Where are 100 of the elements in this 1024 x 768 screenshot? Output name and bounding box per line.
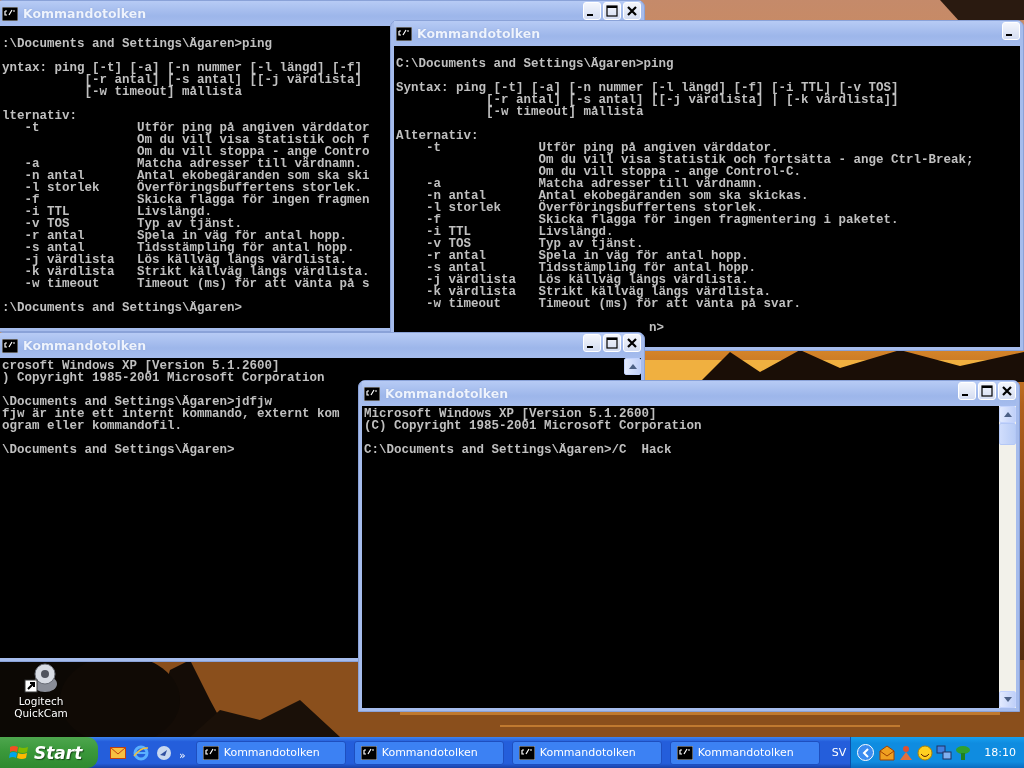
minimize-button[interactable] bbox=[1002, 22, 1020, 40]
console-line: -s antal Tidsstämpling för antal hopp. bbox=[23, 242, 355, 254]
window-title: Kommandotolken bbox=[385, 386, 509, 401]
console-line: -a Matcha adresser till värdnamn. bbox=[23, 158, 363, 170]
webcam-icon[interactable] bbox=[23, 662, 59, 694]
maximize-button[interactable] bbox=[603, 334, 621, 352]
console-line: yntax: ping [-t] [-a] [-n nummer [-l längd] [-f] bbox=[2, 62, 363, 74]
maximize-icon bbox=[981, 385, 993, 397]
close-button[interactable] bbox=[623, 334, 641, 352]
taskbar-button[interactable]: Kommandotolken bbox=[353, 740, 504, 765]
console-line: -f Skicka flagga för ingen fragmentering i paketet. bbox=[425, 214, 899, 226]
console-line: -t Utför ping på angiven värddator. bbox=[425, 142, 779, 154]
console-line: lternativ: bbox=[2, 110, 77, 122]
minimize-icon bbox=[1006, 34, 1012, 36]
console-line: crosoft Windows XP [Version 5.1.2600] bbox=[2, 360, 280, 372]
console-line: -i TTL Livslängd. bbox=[23, 206, 213, 218]
console-line: -v TOS Typ av tjänst. bbox=[425, 238, 644, 250]
console-icon bbox=[676, 745, 693, 760]
console-line: Om du vill stoppa - ange Control-C. bbox=[537, 166, 802, 178]
console-line: -s antal Tidsstämpling för antal hopp. bbox=[425, 262, 757, 274]
scrollbar-track[interactable] bbox=[999, 406, 1016, 708]
console-line: Om du vill stoppa - ange Contro bbox=[136, 146, 370, 158]
taskbar-button[interactable]: Kommandotolken bbox=[195, 740, 346, 765]
console-icon bbox=[360, 745, 377, 760]
window-title: Kommandotolken bbox=[417, 26, 541, 41]
maximize-button[interactable] bbox=[603, 2, 621, 20]
taskbar-button[interactable]: Kommandotolken bbox=[669, 740, 820, 765]
console-line: -t Utför ping på angiven värddator bbox=[23, 122, 370, 134]
window-title: Kommandotolken bbox=[23, 338, 147, 353]
scroll-thumb[interactable] bbox=[999, 423, 1016, 445]
console-line: ) Copyright 1985-2001 Microsoft Corporation bbox=[2, 372, 325, 384]
minimize-icon bbox=[587, 14, 593, 16]
console-line: n> bbox=[649, 322, 664, 334]
close-icon bbox=[626, 5, 638, 17]
minimize-icon bbox=[962, 394, 968, 396]
language-indicator[interactable]: SV bbox=[831, 746, 847, 759]
scroll-up-button[interactable] bbox=[624, 358, 641, 375]
console-line: fjw är inte ett internt kommando, externt kom bbox=[2, 408, 340, 420]
console-line: -f Skicka flagga för ingen fragmen bbox=[23, 194, 370, 206]
console-line: C:\Documents and Settings\Ägaren>ping bbox=[396, 58, 674, 70]
more-chevron[interactable]: » bbox=[179, 748, 186, 762]
flag-icon bbox=[9, 743, 29, 762]
console-line: \Documents and Settings\Ägaren> bbox=[2, 444, 235, 456]
maximize-button[interactable] bbox=[978, 382, 996, 400]
maximize-icon bbox=[606, 5, 618, 17]
console-line: -k värdlista Strikt källväg längs värdlista. bbox=[23, 266, 370, 278]
console-line: -v TOS Typ av tjänst. bbox=[23, 218, 243, 230]
console-line: -w timeout Timeout (ms) för att vänta på s bbox=[23, 278, 370, 290]
console-line: [-w timeout] mållista bbox=[83, 86, 243, 98]
console-icon bbox=[2, 6, 18, 21]
minimize-button[interactable] bbox=[583, 2, 601, 20]
console-line: -j värdlista Lös källväg längs värdlista. bbox=[23, 254, 348, 266]
clock: 18:10 bbox=[984, 746, 1016, 759]
console-line: -k värdlista Strikt källväg längs värdlista. bbox=[425, 286, 772, 298]
console-line: Alternativ: bbox=[396, 130, 479, 142]
console-line: Syntax: ping [-t] [-a] [-n nummer [-l längd] [-f] [-i TTL] [-v TOS] bbox=[396, 82, 899, 94]
scroll-down-button[interactable] bbox=[999, 691, 1016, 708]
console-line: [-r antal] [-s antal] [[-j värdlista] | [-k värdlista]] bbox=[486, 94, 899, 106]
mail-icon[interactable] bbox=[879, 744, 896, 761]
console-line: -l storlek Överföringsbuffertens storlek. bbox=[425, 202, 764, 214]
window-title: Kommandotolken bbox=[23, 6, 147, 21]
console-line: -r antal Spela in väg för antal hopp. bbox=[23, 230, 348, 242]
console-line: [-w timeout] mållista bbox=[485, 106, 644, 118]
console-line: -i TTL Livslängd. bbox=[425, 226, 614, 238]
console-line: Om du vill visa statistik och fortsätta - ange Ctrl-Break; bbox=[537, 154, 974, 166]
console-line: -l storlek Överföringsbuffertens storlek. bbox=[23, 182, 363, 194]
smiley-icon[interactable] bbox=[917, 744, 934, 761]
up-arrow-icon bbox=[628, 364, 637, 369]
show-icons-button[interactable] bbox=[857, 744, 875, 761]
console-line: Om du vill visa statistik och f bbox=[136, 134, 370, 146]
console-line: (C) Copyright 1985-2001 Microsoft Corporation bbox=[364, 420, 702, 432]
console-icon bbox=[518, 745, 535, 760]
console-icon bbox=[202, 745, 219, 760]
close-button[interactable] bbox=[623, 2, 641, 20]
console-line: :\Documents and Settings\Ägaren> bbox=[2, 302, 243, 314]
close-icon bbox=[626, 337, 638, 349]
console-line: :\Documents and Settings\Ägaren>ping bbox=[2, 38, 273, 50]
console-icon bbox=[2, 338, 18, 353]
browser-icon[interactable] bbox=[133, 744, 149, 761]
close-icon bbox=[1001, 385, 1013, 397]
envelope-icon[interactable] bbox=[110, 746, 126, 759]
console-icon bbox=[396, 26, 412, 41]
minimize-button[interactable] bbox=[583, 334, 601, 352]
down-arrow-icon bbox=[1003, 697, 1012, 702]
console-line: -r antal Spela in väg för antal hopp. bbox=[425, 250, 749, 262]
close-button[interactable] bbox=[998, 382, 1016, 400]
minimize-button[interactable] bbox=[958, 382, 976, 400]
network-icon[interactable] bbox=[936, 744, 953, 761]
chevron-icon bbox=[861, 747, 870, 758]
console-line: ogram eller kommandofil. bbox=[2, 420, 183, 432]
start-button[interactable]: Start bbox=[0, 737, 98, 768]
taskbar-button[interactable]: Kommandotolken bbox=[511, 740, 662, 765]
console-line: C:\Documents and Settings\Ägaren>/C Hack bbox=[364, 444, 672, 456]
console-line: -j värdlista Lös källväg längs värdlista. bbox=[425, 274, 749, 286]
icon-label[interactable]: Logitech QuickCam bbox=[8, 695, 74, 719]
up-arrow-icon bbox=[1003, 412, 1012, 417]
console-line: -w timeout Timeout (ms) för att vänta på svar. bbox=[425, 298, 802, 310]
console-line: \Documents and Settings\Ägaren>jdfjw bbox=[2, 396, 273, 408]
console-line: Microsoft Windows XP [Version 5.1.2600] bbox=[364, 408, 657, 420]
scroll-up-button[interactable] bbox=[999, 406, 1016, 423]
